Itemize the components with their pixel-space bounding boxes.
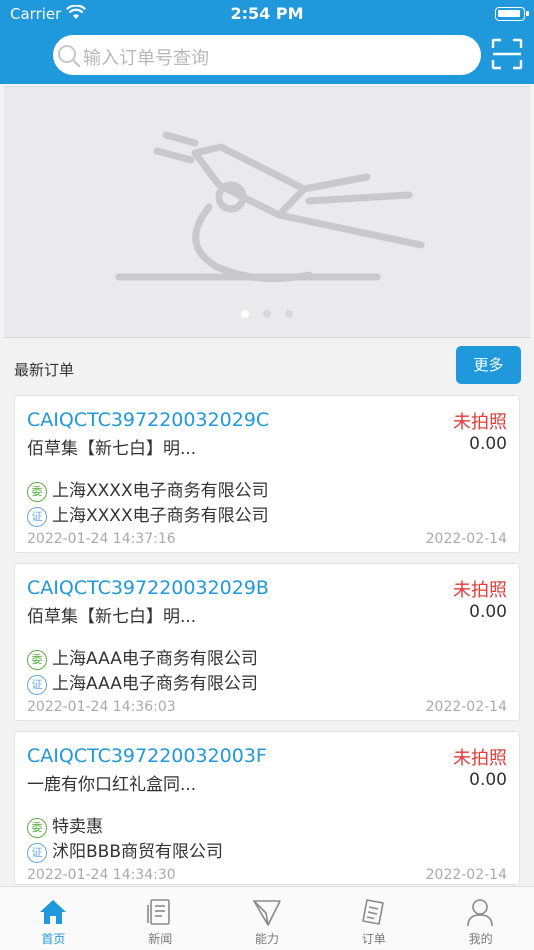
- carousel-dot[interactable]: [241, 310, 249, 318]
- photo-status: 未拍照: [453, 580, 507, 601]
- tab-home[interactable]: 首页: [0, 887, 107, 950]
- clock: 2:54 PM: [230, 4, 304, 23]
- tab-label: 订单: [361, 932, 386, 946]
- order-amount: 0.00: [469, 770, 507, 790]
- search-placeholder: 输入订单号查询: [83, 48, 209, 69]
- order-icon: [362, 899, 385, 925]
- app-header: Carrier 2:54 PM 输入订单号查询: [0, 0, 534, 84]
- image-placeholder-icon: [115, 131, 425, 283]
- order-amount: 0.00: [469, 434, 507, 454]
- section-title: 最新订单: [14, 361, 75, 379]
- user-icon: [467, 899, 493, 927]
- client-badge: 委: [27, 818, 47, 838]
- order-number[interactable]: CAIQCTC397220032003F: [27, 745, 267, 767]
- cert-badge: 证: [27, 507, 47, 527]
- order-amount: 0.00: [469, 602, 507, 622]
- order-search-input[interactable]: 输入订单号查询: [53, 35, 481, 75]
- send-icon: [252, 900, 281, 926]
- order-number[interactable]: CAIQCTC397220032029B: [27, 577, 269, 599]
- created-time: 2022-01-24 14:37:16: [27, 531, 176, 547]
- latest-orders-header: 最新订单 更多: [0, 340, 534, 392]
- client-name: 上海XXXX电子商务有限公司: [52, 481, 269, 501]
- tab-label: 新闻: [148, 932, 173, 946]
- more-button[interactable]: 更多: [456, 346, 521, 384]
- client-row: 委上海XXXX电子商务有限公司: [27, 476, 269, 502]
- carousel-dot[interactable]: [263, 310, 271, 318]
- tab-label: 能力: [254, 932, 279, 946]
- client-row: 委特卖惠: [27, 812, 103, 838]
- order-card[interactable]: CAIQCTC397220032003F 未拍照 一鹿有你口红礼盒同... 0.…: [14, 731, 520, 885]
- client-name: 特卖惠: [52, 817, 103, 837]
- product-name: 佰草集【新七白】明...: [27, 607, 197, 627]
- product-name: 一鹿有你口红礼盒同...: [27, 775, 197, 795]
- order-card[interactable]: CAIQCTC397220032029B 未拍照 佰草集【新七白】明... 0.…: [14, 563, 520, 721]
- order-number[interactable]: CAIQCTC397220032029C: [27, 409, 269, 431]
- carousel-dot[interactable]: [285, 310, 293, 318]
- tab-label: 首页: [41, 932, 66, 946]
- tab-label: 我的: [468, 932, 493, 946]
- cert-row: 证上海XXXX电子商务有限公司: [27, 501, 269, 527]
- tab-ability[interactable]: 能力: [214, 887, 321, 950]
- battery-icon: [495, 7, 529, 21]
- product-name: 佰草集【新七白】明...: [27, 439, 197, 459]
- search-icon: [58, 45, 81, 68]
- cert-badge: 证: [27, 843, 47, 863]
- cert-row: 证沭阳BBB商贸有限公司: [27, 837, 223, 863]
- client-badge: 委: [27, 650, 47, 670]
- due-date: 2022-02-14: [425, 699, 507, 715]
- client-row: 委上海AAA电子商务有限公司: [27, 644, 258, 670]
- status-bar: Carrier 2:54 PM: [0, 0, 534, 28]
- photo-status: 未拍照: [453, 412, 507, 433]
- tab-news[interactable]: 新闻: [107, 887, 214, 950]
- cert-badge: 证: [27, 675, 47, 695]
- scan-icon[interactable]: [491, 38, 523, 70]
- tab-bar: 首页 新闻 能力 订单 我的: [0, 886, 534, 950]
- photo-status: 未拍照: [453, 748, 507, 769]
- due-date: 2022-02-14: [425, 867, 507, 883]
- news-icon: [146, 899, 170, 925]
- tab-orders[interactable]: 订单: [320, 887, 427, 950]
- tab-mine[interactable]: 我的: [427, 887, 534, 950]
- cert-holder: 上海AAA电子商务有限公司: [52, 674, 258, 694]
- banner-carousel[interactable]: [4, 86, 530, 338]
- created-time: 2022-01-24 14:36:03: [27, 699, 176, 715]
- due-date: 2022-02-14: [425, 531, 507, 547]
- home-icon: [40, 900, 66, 924]
- cert-holder: 上海XXXX电子商务有限公司: [52, 506, 269, 526]
- carousel-indicator[interactable]: [4, 303, 530, 322]
- cert-row: 证上海AAA电子商务有限公司: [27, 669, 258, 695]
- client-name: 上海AAA电子商务有限公司: [52, 649, 258, 669]
- order-card[interactable]: CAIQCTC397220032029C 未拍照 佰草集【新七白】明... 0.…: [14, 395, 520, 553]
- client-badge: 委: [27, 482, 47, 502]
- cert-holder: 沭阳BBB商贸有限公司: [52, 842, 223, 862]
- created-time: 2022-01-24 14:34:30: [27, 867, 176, 883]
